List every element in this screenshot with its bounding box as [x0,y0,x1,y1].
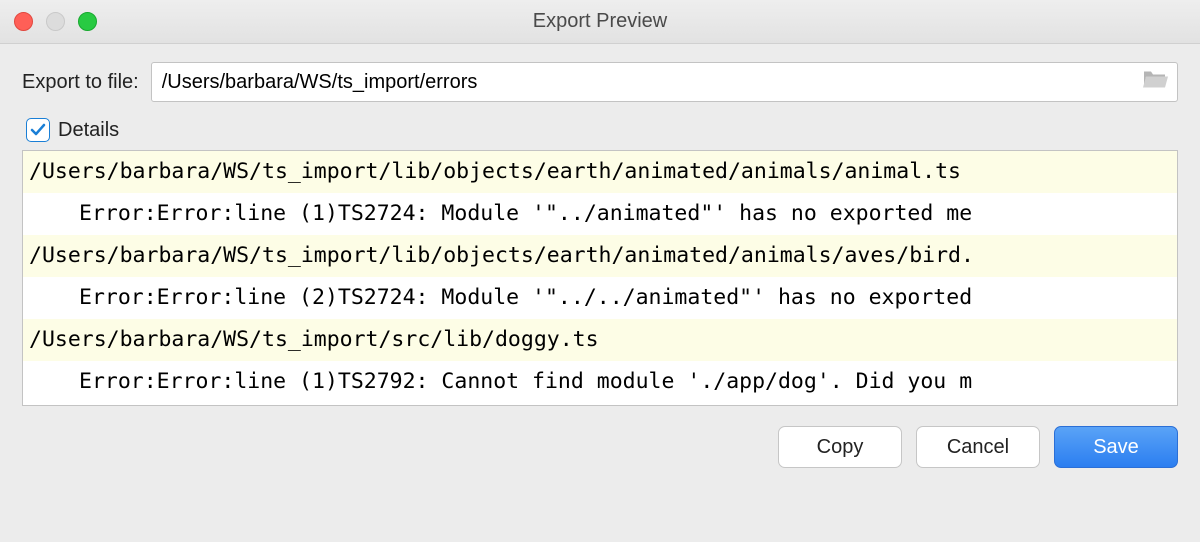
save-button[interactable]: Save [1054,426,1178,468]
export-row: Export to file: [22,62,1178,102]
preview-file-path: /Users/barbara/WS/ts_import/lib/objects/… [23,235,1177,277]
preview-file-path: /Users/barbara/WS/ts_import/lib/objects/… [23,151,1177,193]
maximize-window-button[interactable] [78,12,97,31]
details-checkbox[interactable] [26,118,50,142]
minimize-window-button [46,12,65,31]
preview-file-path: /Users/barbara/WS/ts_import/src/lib/dogg… [23,319,1177,361]
preview-error-line: Error:Error:line (2)TS2724: Module '"../… [23,277,1177,319]
window-title: Export Preview [533,10,668,33]
export-to-file-label: Export to file: [22,71,139,94]
dialog-content: Export to file: Details /Users/barbara/W… [0,44,1200,468]
traffic-lights [14,12,97,31]
details-row: Details [26,118,1178,142]
folder-open-icon[interactable] [1142,70,1168,95]
button-row: Copy Cancel Save [22,426,1178,468]
close-window-button[interactable] [14,12,33,31]
preview-error-line: Error:Error:line (1)TS2792: Cannot find … [23,361,1177,403]
export-file-path-input[interactable] [151,62,1178,102]
preview-error-line: Error:Error:line (1)TS2724: Module '"../… [23,193,1177,235]
titlebar: Export Preview [0,0,1200,44]
copy-button[interactable]: Copy [778,426,902,468]
export-input-wrap [151,62,1178,102]
cancel-button[interactable]: Cancel [916,426,1040,468]
preview-textarea[interactable]: /Users/barbara/WS/ts_import/lib/objects/… [22,150,1178,406]
details-label: Details [58,119,119,142]
